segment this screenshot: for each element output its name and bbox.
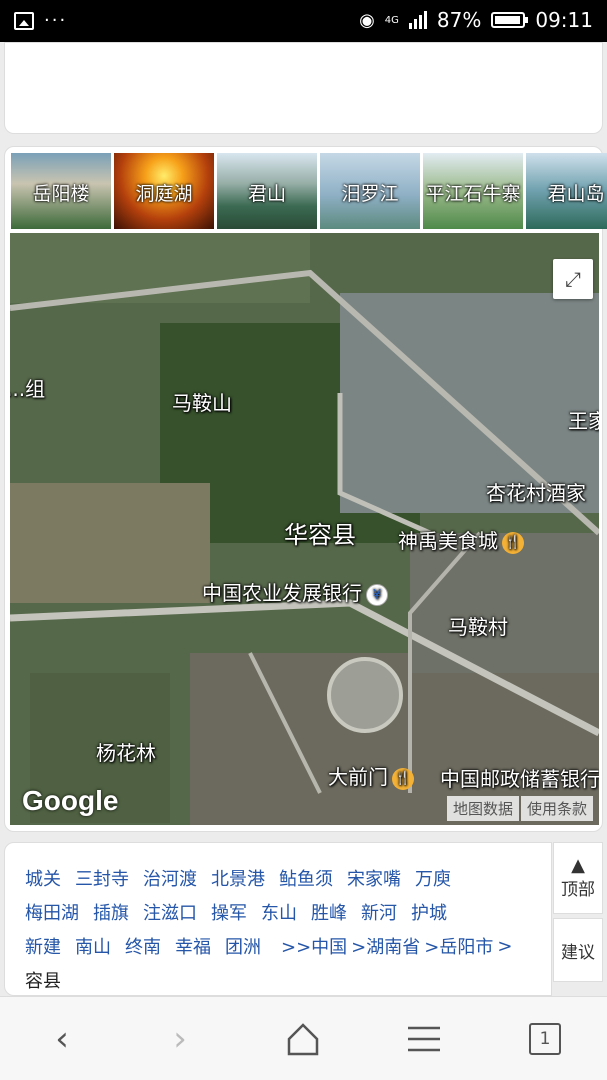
map-label: 杏花村酒家 <box>486 481 586 505</box>
town-links-card: 城关 三封寺 治河渡 北景港 鲇鱼须 宋家嘴 万庾 梅田湖 插旗 注滋口 操军 … <box>4 842 552 996</box>
restaurant-icon: 🍴 <box>392 767 414 790</box>
links-row: 梅田湖 插旗 注滋口 操军 东山 胜峰 新河 护城 <box>25 895 551 929</box>
town-link[interactable]: 南山 <box>75 933 111 959</box>
map-label: 杨花林 <box>96 741 156 765</box>
links-row: 新建 南山 终南 幸福 团洲 >>中国 >湖南省 >岳阳市 > <box>25 929 551 963</box>
terms-link[interactable]: 使用条款 <box>520 796 593 821</box>
links-row: 城关 三封寺 治河渡 北景港 鲇鱼须 宋家嘴 万庾 <box>25 861 551 895</box>
town-link[interactable]: 治河渡 <box>143 865 197 891</box>
map-label: 华容县 <box>284 521 356 549</box>
map-label: ...组 <box>10 377 46 401</box>
thumbnail-miluojiang[interactable]: 汨罗江 <box>320 153 420 229</box>
side-buttons: ▲ 顶部 建议 <box>553 842 603 986</box>
thumbnail-label: 君山岛 <box>547 183 605 205</box>
town-link[interactable]: 梅田湖 <box>25 899 79 925</box>
network-type: 4G <box>384 14 399 26</box>
town-link[interactable]: 团洲 <box>225 933 261 959</box>
map-label: 马鞍村 <box>448 615 508 639</box>
town-link[interactable]: 城关 <box>25 865 61 891</box>
breadcrumb-current: 容县 <box>25 971 61 992</box>
home-button[interactable] <box>281 1019 325 1059</box>
image-notification-icon <box>14 11 34 30</box>
map-label: 王家 <box>568 409 599 433</box>
battery-icon <box>491 12 529 28</box>
thumbnail-junshandao[interactable]: 君山岛 <box>526 153 607 229</box>
battery-percent: 87% <box>436 8 482 32</box>
thumbnail-yueyanglou[interactable]: 岳阳楼 <box>11 153 111 229</box>
town-link[interactable]: 幸福 <box>175 933 211 959</box>
up-arrow-icon: ▲ <box>571 854 585 876</box>
map-card: 岳阳楼 洞庭湖 君山 汨罗江 平江石牛寨 君山岛 ⤢ ...组 马鞍山 王家 杏… <box>4 146 607 832</box>
town-link[interactable]: 终南 <box>125 933 161 959</box>
forward-button[interactable]: › <box>158 1019 202 1059</box>
map-attribution: 地图数据 使用条款 <box>446 796 593 821</box>
town-link[interactable]: 万庾 <box>415 865 451 891</box>
browser-navbar: ‹ › 1 <box>0 996 607 1080</box>
map-label: 大前门 <box>328 765 388 789</box>
town-link[interactable]: 新建 <box>25 933 61 959</box>
satellite-map[interactable]: ⤢ ...组 马鞍山 王家 杏花村酒家 华容县 神禹美食城🍴 中国农业发展银行¥… <box>10 233 599 825</box>
town-link[interactable]: 三封寺 <box>75 865 129 891</box>
map-data-link[interactable]: 地图数据 <box>446 796 519 821</box>
thumbnail-junshan[interactable]: 君山 <box>217 153 317 229</box>
top-content-card <box>4 42 603 134</box>
breadcrumb-link[interactable]: >湖南省 <box>351 933 420 959</box>
breadcrumb-link[interactable]: >>中国 <box>281 933 347 959</box>
town-link[interactable]: 胜峰 <box>311 899 347 925</box>
town-link[interactable]: 插旗 <box>93 899 129 925</box>
thumbnail-label: 汨罗江 <box>341 183 399 205</box>
poi-restaurant[interactable]: 神禹美食城 🍴 <box>398 525 524 554</box>
town-link[interactable]: 北景港 <box>211 865 265 891</box>
map-label: 神禹美食城 <box>398 529 498 553</box>
forward-icon: › <box>173 1019 187 1059</box>
map-label: 马鞍山 <box>172 391 232 415</box>
thumbnail-label: 平江石牛寨 <box>425 183 521 205</box>
menu-button[interactable] <box>402 1019 446 1059</box>
bank-icon: ¥ <box>366 583 388 606</box>
menu-icon <box>408 1026 440 1052</box>
status-bar: ··· ◉ 4G 87% 09:11 <box>0 0 607 42</box>
restaurant-icon: 🍴 <box>502 531 524 554</box>
town-link[interactable]: 新河 <box>361 899 397 925</box>
more-notifications-icon: ··· <box>44 10 68 31</box>
map-label: 中国邮政储蓄银行 <box>440 767 599 791</box>
tabs-button[interactable]: 1 <box>523 1019 567 1059</box>
map-label: 中国农业发展银行 <box>202 581 362 605</box>
thumbnail-dongtinghu[interactable]: 洞庭湖 <box>114 153 214 229</box>
thumbnail-label: 君山 <box>247 183 286 205</box>
town-link[interactable]: 东山 <box>261 899 297 925</box>
back-to-top-button[interactable]: ▲ 顶部 <box>553 842 603 914</box>
town-link[interactable]: 操军 <box>211 899 247 925</box>
tab-count: 1 <box>529 1023 561 1055</box>
back-to-top-label: 顶部 <box>561 879 595 900</box>
poi-restaurant[interactable]: 大前门 🍴 <box>328 761 414 790</box>
thumbnail-pingjiang[interactable]: 平江石牛寨 <box>423 153 523 229</box>
town-link[interactable]: 护城 <box>411 899 447 925</box>
suggestion-label: 建议 <box>561 942 595 963</box>
town-link[interactable]: 鲇鱼须 <box>279 865 333 891</box>
wifi-icon: ◉ <box>359 9 375 31</box>
town-link[interactable]: 注滋口 <box>143 899 197 925</box>
poi-bank[interactable]: 中国农业发展银行 ¥ <box>202 577 388 606</box>
breadcrumb-link[interactable]: >岳阳市 <box>424 933 493 959</box>
signal-icon <box>408 11 427 29</box>
thumbnail-label: 洞庭湖 <box>135 183 193 205</box>
scenic-thumbnails: 岳阳楼 洞庭湖 君山 汨罗江 平江石牛寨 君山岛 <box>11 153 607 229</box>
fullscreen-button[interactable]: ⤢ <box>553 259 593 299</box>
clock: 09:11 <box>535 8 593 32</box>
town-link[interactable]: 宋家嘴 <box>347 865 401 891</box>
links-row: 容县 <box>25 963 551 997</box>
suggestion-button[interactable]: 建议 <box>553 918 603 982</box>
back-icon: ‹ <box>55 1019 69 1059</box>
google-logo: Google <box>22 785 119 816</box>
thumbnail-label: 岳阳楼 <box>32 183 90 205</box>
home-icon <box>287 1023 319 1056</box>
back-button[interactable]: ‹ <box>40 1019 84 1059</box>
breadcrumb-link[interactable]: > <box>497 936 512 957</box>
